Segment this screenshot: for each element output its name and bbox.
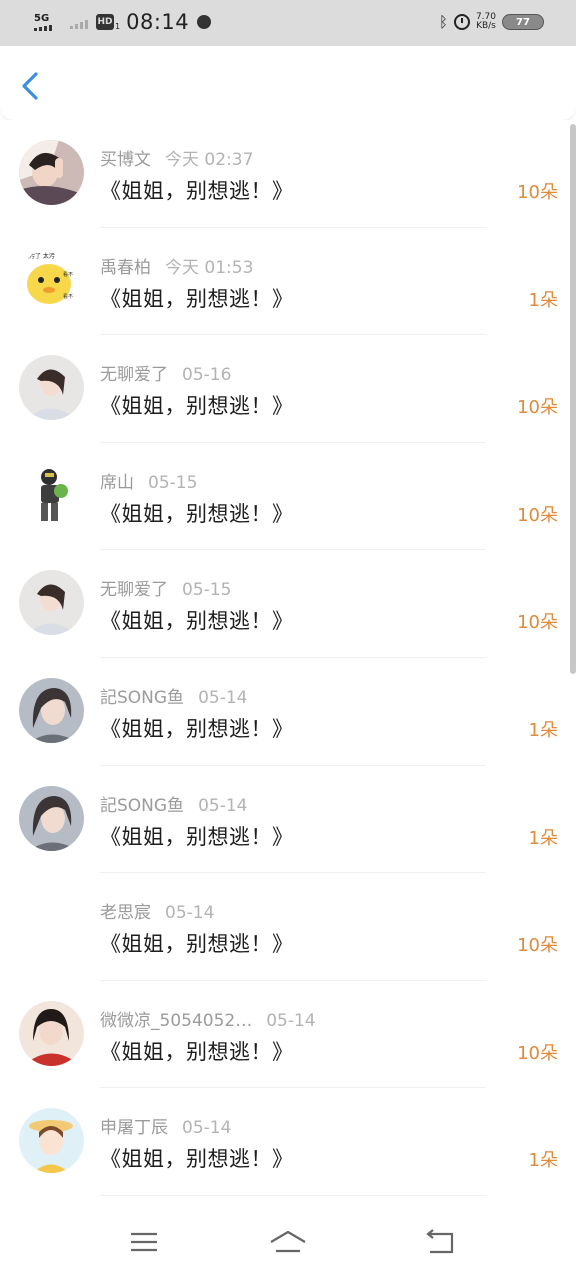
record-time: 05-15 (182, 580, 232, 601)
flower-count: 1朵 (528, 289, 558, 311)
user-name: 无聊爱了 (100, 580, 168, 601)
book-title: 《姐姐，别想逃！》 (100, 286, 294, 311)
signal-5g-icon: 5G (34, 13, 58, 31)
network-speed: 7.70 KB/s (475, 12, 496, 31)
list-item[interactable]: 微微凉_5054052… 05-14 《姐姐，别想逃！》 10朵 (0, 981, 576, 1089)
user-name: 記SONG鱼 (100, 795, 185, 816)
list-item[interactable]: 席山 05-15 《姐姐，别想逃！》 10朵 (0, 443, 576, 551)
top-bar (0, 46, 576, 120)
record-time: 05-14 (182, 1118, 232, 1139)
scrollbar[interactable] (570, 124, 576, 674)
flower-count: 1朵 (528, 827, 558, 849)
signal-secondary-icon (70, 15, 88, 29)
user-name: 老思宸 (100, 903, 151, 924)
book-title: 《姐姐，别想逃！》 (100, 932, 294, 957)
user-name: 申屠丁辰 (100, 1118, 168, 1139)
user-name: 买博文 (100, 150, 151, 170)
flower-count: 10朵 (517, 935, 558, 957)
status-bar: 5G HD 1 08:14 ᛒ 7.70 KB/s 77 (0, 0, 576, 46)
avatar (19, 1108, 84, 1174)
avatar: 太污了 太污 看不 看不 (19, 247, 84, 313)
record-time: 05-15 (148, 472, 198, 493)
user-name: 記SONG鱼 (100, 687, 185, 708)
record-time: 05-14 (165, 903, 215, 924)
user-name: 席山 (100, 472, 134, 493)
list-item[interactable]: 太污了 太污 看不 看不 禹春柏 今天 01:53 《姐姐，别想逃！》 1朵 (0, 228, 576, 336)
book-title: 《姐姐，别想逃！》 (100, 1039, 294, 1064)
flower-count: 1朵 (528, 1150, 558, 1172)
flower-count: 10朵 (517, 182, 558, 203)
user-name: 无聊爱了 (100, 365, 168, 386)
flower-count: 10朵 (517, 504, 558, 526)
app-notification-icon (197, 15, 212, 29)
record-time: 05-14 (198, 795, 248, 816)
list-item[interactable]: 买博文 今天 02:37 《姐姐，别想逃！》 10朵 (0, 120, 576, 228)
book-title: 《姐姐，别想逃！》 (100, 609, 294, 634)
flower-count: 10朵 (517, 612, 558, 634)
battery-icon: 77 (502, 14, 544, 30)
list-item[interactable]: 申屠丁辰 05-14 《姐姐，别想逃！》 1朵 (0, 1088, 576, 1196)
record-time: 05-14 (198, 687, 248, 708)
book-title: 《姐姐，别想逃！》 (100, 824, 294, 849)
book-title: 《姐姐，别想逃！》 (100, 179, 294, 203)
list-item[interactable]: 老思宸 05-14 《姐姐，别想逃！》 10朵 (0, 873, 576, 981)
status-time: 08:14 (126, 10, 190, 34)
list-item[interactable]: 記SONG鱼 05-14 《姐姐，别想逃！》 1朵 (0, 658, 576, 766)
avatar (19, 1000, 84, 1066)
flower-count: 1朵 (528, 719, 558, 741)
user-name: 禹春柏 (100, 257, 151, 278)
bluetooth-icon: ᛒ (438, 13, 448, 31)
return-icon[interactable] (420, 1224, 460, 1260)
menu-icon[interactable] (124, 1224, 164, 1260)
gift-record-list: 买博文 今天 02:37 《姐姐，别想逃！》 10朵 太污了 太污 看不 看不 禹… (0, 120, 576, 1196)
svg-text:看不: 看不 (63, 271, 73, 278)
avatar (19, 140, 84, 205)
book-title: 《姐姐，别想逃！》 (100, 1147, 294, 1172)
hd-sub: 1 (115, 21, 121, 31)
avatar (19, 785, 84, 851)
list-item[interactable]: 記SONG鱼 05-14 《姐姐，别想逃！》 1朵 (0, 766, 576, 874)
svg-text:看不: 看不 (63, 293, 73, 300)
record-time: 今天 02:37 (165, 150, 254, 170)
flower-count: 10朵 (517, 397, 558, 419)
system-nav-bar (0, 1198, 576, 1280)
user-name: 微微凉_5054052… (100, 1010, 253, 1031)
alarm-icon (453, 14, 470, 30)
back-button[interactable] (18, 70, 46, 102)
record-time: 05-16 (182, 365, 232, 386)
list-item[interactable]: 无聊爱了 05-15 《姐姐，别想逃！》 10朵 (0, 550, 576, 658)
hd-badge: HD (96, 14, 114, 30)
avatar (19, 893, 84, 959)
list-item[interactable]: 无聊爱了 05-16 《姐姐，别想逃！》 10朵 (0, 335, 576, 443)
flower-count: 10朵 (517, 1042, 558, 1064)
book-title: 《姐姐，别想逃！》 (100, 394, 294, 419)
avatar (19, 677, 84, 743)
svg-text:太污了 太污: 太污了 太污 (23, 252, 55, 260)
record-time: 05-14 (266, 1010, 316, 1031)
avatar (19, 570, 84, 636)
book-title: 《姐姐，别想逃！》 (100, 501, 294, 526)
home-icon[interactable] (268, 1224, 308, 1260)
book-title: 《姐姐，别想逃！》 (100, 716, 294, 741)
record-time: 今天 01:53 (165, 257, 254, 278)
avatar (19, 462, 84, 528)
avatar (19, 355, 84, 421)
